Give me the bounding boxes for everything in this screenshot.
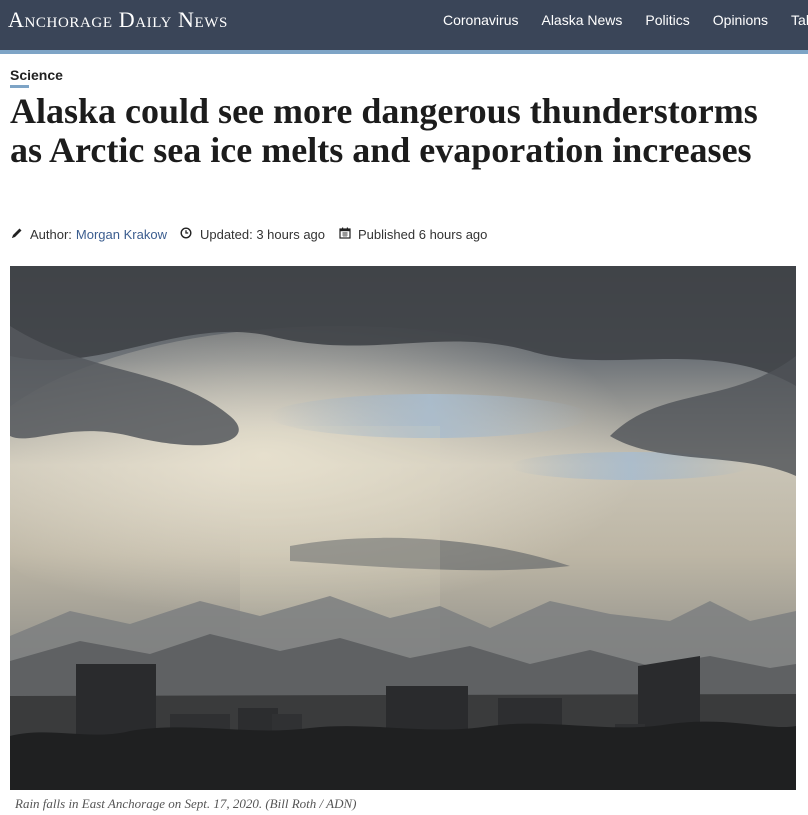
updated-text: Updated: 3 hours ago <box>199 227 326 242</box>
section-underline <box>10 85 29 88</box>
author-link[interactable]: Morgan Krakow <box>76 227 167 242</box>
site-logo[interactable]: Anchorage Daily News <box>8 5 228 35</box>
author-label: Author: <box>30 227 72 242</box>
author-byline: Author: Morgan Krakow <box>10 227 167 242</box>
pencil-icon <box>10 227 23 242</box>
calendar-icon <box>338 227 351 242</box>
nav-item-coronavirus[interactable]: Coronavirus <box>443 11 518 29</box>
storm-skyline-image <box>10 266 796 790</box>
article-photo[interactable] <box>10 266 796 790</box>
photo-caption: Rain falls in East Anchorage on Sept. 17… <box>15 796 357 811</box>
site-header: Anchorage Daily News Coronavirus Alaska … <box>0 0 808 50</box>
article-meta: Author: Morgan Krakow Updated: 3 hours a… <box>10 227 500 242</box>
header-accent-bar <box>0 50 808 54</box>
published-text: Published 6 hours ago <box>358 227 488 242</box>
nav-item-opinions[interactable]: Opinions <box>713 11 768 29</box>
clock-icon <box>180 227 193 242</box>
main-nav: Coronavirus Alaska News Politics Opinion… <box>443 11 808 29</box>
article-headline: Alaska could see more dangerous thunders… <box>10 91 758 170</box>
nav-item-politics[interactable]: Politics <box>645 11 689 29</box>
nav-item-talk[interactable]: Talk <box>791 11 808 29</box>
published-info: Published 6 hours ago <box>338 227 487 242</box>
nav-item-alaska-news[interactable]: Alaska News <box>541 11 622 29</box>
section-link[interactable]: Science <box>10 67 63 83</box>
updated-info: Updated: 3 hours ago <box>180 227 325 242</box>
